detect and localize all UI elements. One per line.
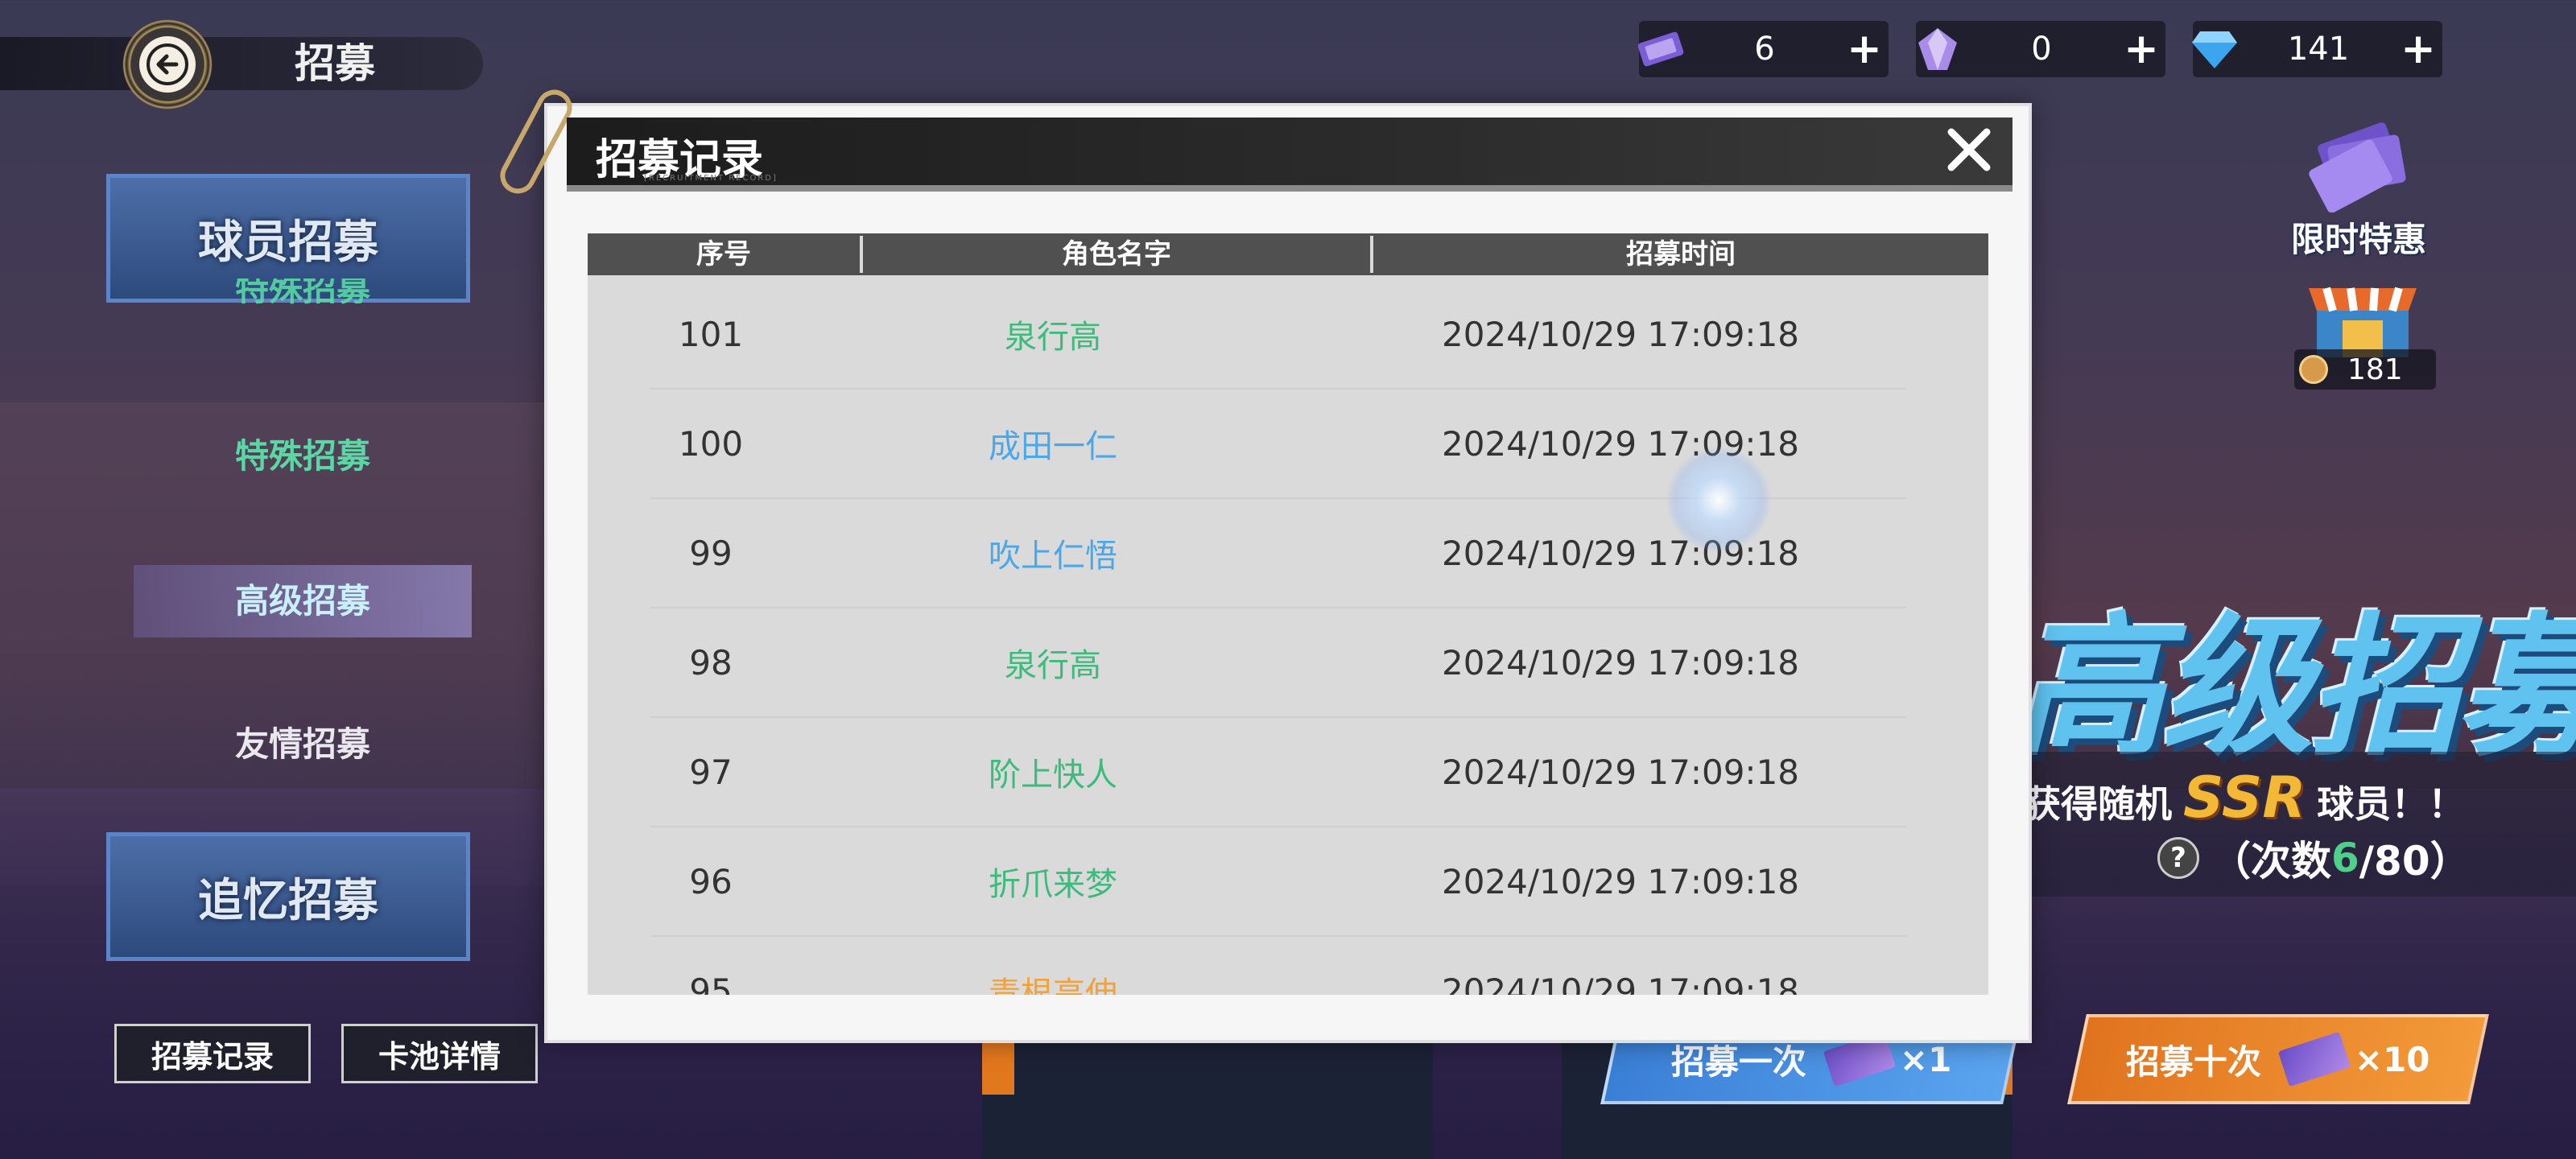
limited-offer-icon bbox=[2278, 108, 2439, 212]
row-character-name: 阶上快人 bbox=[989, 757, 1117, 794]
coin-icon bbox=[2299, 355, 2328, 384]
row-character-name: 青根高伸 bbox=[989, 975, 1117, 995]
row-number: 100 bbox=[678, 423, 744, 464]
add-diamonds-button[interactable]: + bbox=[2394, 25, 2442, 73]
table-row: 97 阶上快人 2024/10/29 17:09:18 bbox=[650, 718, 1906, 827]
limited-offer-button[interactable]: 限时特惠 bbox=[2278, 108, 2439, 262]
header-number: 序号 bbox=[696, 238, 751, 270]
currency-purple-gems: 0 + bbox=[1916, 21, 2165, 77]
row-recruit-time: 2024/10/29 17:09:18 bbox=[1441, 314, 1800, 354]
row-number: 98 bbox=[689, 642, 733, 683]
row-recruit-time: 2024/10/29 17:09:18 bbox=[1441, 642, 1800, 683]
currency-diamonds: 141 + bbox=[2192, 21, 2442, 77]
row-number: 97 bbox=[689, 752, 733, 792]
dialog-header: 招募记录 [RECRUITMENT RECORD] bbox=[567, 118, 2013, 185]
shop-coin-count: 181 bbox=[2347, 353, 2403, 386]
page-title: 招募 bbox=[295, 40, 375, 87]
purple-gem-count: 0 bbox=[2031, 31, 2052, 68]
count-open: （次数 bbox=[2211, 838, 2331, 885]
menu-friendship-recruit[interactable]: 友情招募 bbox=[134, 708, 472, 781]
row-character-name: 吹上仁悟 bbox=[989, 538, 1117, 575]
menu-special-recruit-faded: 特殊招募 bbox=[134, 278, 472, 348]
ssr-suffix: 球员！！ bbox=[2317, 782, 2466, 826]
row-character-name: 泉行高 bbox=[1005, 319, 1101, 356]
row-recruit-time: 2024/10/29 17:09:18 bbox=[1441, 533, 1800, 573]
menu-advanced-label: 高级招募 bbox=[234, 581, 370, 621]
recruit-ten-label: 招募十次 bbox=[2126, 1041, 2262, 1082]
blue-diamond-icon bbox=[2186, 21, 2243, 77]
recruit-ten-button[interactable]: 招募十次 ×10 bbox=[2067, 1014, 2489, 1104]
ticket-icon bbox=[1633, 21, 1689, 77]
back-button[interactable] bbox=[121, 18, 214, 111]
row-character-name: 折爪来梦 bbox=[989, 866, 1117, 903]
close-icon bbox=[1947, 128, 1991, 171]
ssr-prefix: 获得随机 bbox=[2024, 782, 2172, 826]
row-number: 99 bbox=[689, 533, 733, 573]
ticket-count: 6 bbox=[1754, 31, 1775, 68]
menu-friendship-label: 友情招募 bbox=[234, 724, 370, 764]
row-character-name: 成田一仁 bbox=[989, 428, 1117, 465]
row-number: 95 bbox=[689, 971, 733, 996]
currency-tickets: 6 + bbox=[1637, 21, 1889, 77]
dialog-subtitle: [RECRUITMENT RECORD] bbox=[644, 174, 778, 183]
table-row: 98 泉行高 2024/10/29 17:09:18 bbox=[650, 608, 1906, 718]
dialog-header-underline bbox=[567, 185, 2013, 192]
sparkle-effect bbox=[1666, 448, 1771, 552]
row-recruit-time: 2024/10/29 17:09:18 bbox=[1441, 752, 1800, 792]
recruit-ten-cost: ×10 bbox=[2355, 1039, 2430, 1079]
row-number: 96 bbox=[689, 861, 733, 901]
header-bar bbox=[0, 37, 483, 90]
menu-advanced-recruit[interactable]: 高级招募 bbox=[134, 565, 472, 637]
recruit-records-button[interactable]: 招募记录 bbox=[114, 1024, 311, 1083]
shop-coin-balance: 181 bbox=[2294, 349, 2436, 390]
row-recruit-time: 2024/10/29 17:09:18 bbox=[1441, 423, 1800, 464]
header-character-name: 角色名字 bbox=[1062, 238, 1171, 270]
menu-special-faded-label: 特殊招募 bbox=[234, 278, 370, 308]
ssr-promo-text: 获得随机 SSR 球员！！ bbox=[2024, 765, 2465, 831]
table-row: 95 青根高伸 2024/10/29 17:09:18 bbox=[650, 937, 1906, 996]
diamond-count: 141 bbox=[2287, 31, 2350, 68]
pool-details-button[interactable]: 卡池详情 bbox=[341, 1024, 538, 1083]
ssr-badge: SSR bbox=[2183, 765, 2306, 831]
close-button[interactable] bbox=[1930, 116, 2008, 184]
purple-gem-icon bbox=[1909, 21, 1966, 77]
recruit-records-dialog: 招募记录 [RECRUITMENT RECORD] 序号 角色名字 招募时间 1… bbox=[493, 83, 2032, 1043]
menu-special-recruit[interactable]: 特殊招募 bbox=[134, 420, 472, 493]
help-icon[interactable]: ? bbox=[2157, 837, 2199, 879]
header-recruit-time: 招募时间 bbox=[1626, 238, 1736, 270]
shop-icon[interactable] bbox=[2294, 272, 2431, 361]
table-row: 101 泉行高 2024/10/29 17:09:18 bbox=[650, 280, 1906, 390]
menu-special-label: 特殊招募 bbox=[234, 436, 370, 476]
menu-memory-recruit-label: 追忆招募 bbox=[198, 874, 378, 927]
recruit-once-cost: ×1 bbox=[1899, 1039, 1952, 1079]
menu-player-recruit-label: 球员招募 bbox=[198, 216, 378, 269]
count-rest: /80） bbox=[2359, 838, 2471, 885]
limited-offer-label: 限时特惠 bbox=[2290, 220, 2426, 259]
pity-counter: ? （次数 6/80） bbox=[2157, 829, 2471, 887]
row-recruit-time: 2024/10/29 17:09:18 bbox=[1441, 971, 1800, 996]
row-character-name: 泉行高 bbox=[1005, 647, 1101, 684]
table-header: 序号 角色名字 招募时间 bbox=[588, 233, 1988, 275]
add-tickets-button[interactable]: + bbox=[1840, 25, 1889, 73]
add-purple-gems-button[interactable]: + bbox=[2117, 25, 2165, 73]
records-table[interactable]: 序号 角色名字 招募时间 101 泉行高 2024/10/29 17:09:18 10… bbox=[588, 233, 1988, 995]
menu-memory-recruit[interactable]: 追忆招募 bbox=[106, 832, 470, 961]
row-recruit-time: 2024/10/29 17:09:18 bbox=[1441, 861, 1800, 901]
count-current: 6 bbox=[2331, 835, 2359, 881]
row-number: 101 bbox=[678, 314, 744, 354]
back-arrow-icon bbox=[139, 36, 196, 93]
ticket-icon bbox=[2278, 1031, 2351, 1087]
table-row: 96 折爪来梦 2024/10/29 17:09:18 bbox=[650, 827, 1906, 937]
